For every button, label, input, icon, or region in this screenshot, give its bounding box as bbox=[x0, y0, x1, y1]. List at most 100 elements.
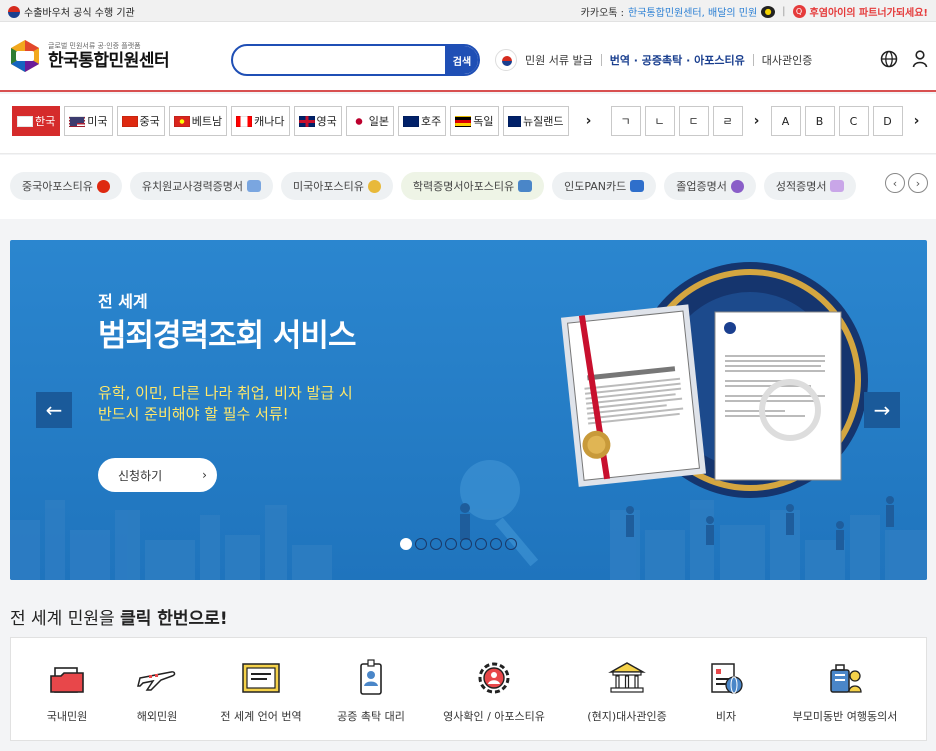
country-label: 뉴질랜드 bbox=[523, 115, 564, 128]
slide-dot[interactable] bbox=[490, 538, 502, 550]
countries-next-button[interactable]: › bbox=[579, 106, 599, 136]
globe-icon[interactable] bbox=[880, 50, 898, 68]
letters-more-button[interactable]: › bbox=[907, 106, 927, 136]
chip-diploma-apostille[interactable]: 학력증명서아포스티유 bbox=[400, 172, 545, 200]
chip-label: 인도PAN카드 bbox=[564, 180, 627, 193]
service-visa[interactable]: 비자 bbox=[699, 638, 753, 742]
chip-label: 졸업증명서 bbox=[676, 180, 727, 193]
service-notary-proxy[interactable]: 공증 촉탁 대리 bbox=[329, 638, 413, 742]
service-translation[interactable]: 전 세계 언어 번역 bbox=[211, 638, 311, 742]
divider bbox=[600, 54, 602, 66]
country-canada[interactable]: 캐나다 bbox=[231, 106, 290, 136]
service-embassy-certification[interactable]: (현지)대사관인증 bbox=[575, 638, 679, 742]
apply-button[interactable]: 신청하기 › bbox=[98, 458, 217, 492]
country-korea[interactable]: 한국 bbox=[12, 106, 61, 136]
chip-nav: ‹ › bbox=[885, 173, 928, 193]
country-china[interactable]: 중국 bbox=[116, 106, 165, 136]
divider bbox=[752, 54, 754, 66]
country-australia[interactable]: 호주 bbox=[398, 106, 447, 136]
nav-document-issue[interactable]: 민원 서류 발급 bbox=[525, 52, 593, 68]
chip-kindergarten-teacher-certificate[interactable]: 유치원교사경력증명서 bbox=[129, 172, 274, 200]
slide-dot[interactable] bbox=[475, 538, 487, 550]
country-label: 한국 bbox=[35, 115, 56, 128]
country-label: 미국 bbox=[87, 115, 108, 128]
partner-link[interactable]: 후염아이의 파트너가되세요! bbox=[810, 4, 928, 19]
chip-prev-button[interactable]: ‹ bbox=[885, 173, 905, 193]
country-list: 한국 미국 중국 베트남 캐나다 영국 일본 호주 독일 뉴질랜드 › ㄱ ㄴ … bbox=[12, 106, 927, 136]
kakao-label: 카카오톡 : bbox=[580, 8, 625, 19]
canada-flag-icon bbox=[236, 115, 253, 127]
nav-translation-notary-apostille[interactable]: 번역 · 공증촉탁 · 아포스티유 bbox=[610, 52, 745, 68]
slide-dot[interactable] bbox=[445, 538, 457, 550]
service-label: 비자 bbox=[715, 710, 737, 723]
logo-icon bbox=[11, 40, 39, 72]
country-japan[interactable]: 일본 bbox=[345, 106, 394, 136]
nav-embassy-certification[interactable]: 대사관인증 bbox=[762, 52, 813, 68]
country-label: 일본 bbox=[368, 115, 389, 128]
hero-prev-button[interactable]: ← bbox=[36, 392, 72, 428]
australia-flag-icon bbox=[403, 115, 419, 127]
hero-next-button[interactable]: → bbox=[864, 392, 900, 428]
chip-next-button[interactable]: › bbox=[908, 173, 928, 193]
slide-dot[interactable] bbox=[505, 538, 517, 550]
logo[interactable]: 글로벌 민원서류 공·인증 플랫폼 한국통합민원센터 bbox=[8, 39, 170, 73]
chip-china-apostille[interactable]: 중국아포스티유 bbox=[10, 172, 122, 200]
section-title: 전 세계 민원을 클릭 한번으로! bbox=[10, 604, 228, 629]
letter-filter[interactable]: B bbox=[804, 106, 835, 136]
top-bar: 수출바우처 공식 수행 기관 카카오톡 : 한국통합민원센터, 배달의 민원 ●… bbox=[0, 0, 936, 22]
letter-filter[interactable]: ㄴ bbox=[644, 106, 675, 136]
country-vietnam[interactable]: 베트남 bbox=[168, 106, 228, 136]
luggage-icon bbox=[830, 664, 862, 693]
section-title-plain: 전 세계 민원을 bbox=[10, 609, 121, 629]
country-uk[interactable]: 영국 bbox=[293, 106, 342, 136]
chip-india-pan-card[interactable]: 인도PAN카드 bbox=[552, 172, 657, 200]
letter-filter[interactable]: A bbox=[770, 106, 801, 136]
china-flag-icon bbox=[96, 179, 110, 193]
chip-label: 중국아포스티유 bbox=[22, 180, 93, 193]
chip-transcript[interactable]: 성적증명서 bbox=[763, 172, 857, 200]
chip-usa-apostille[interactable]: 미국아포스티유 bbox=[281, 172, 393, 200]
medal-icon bbox=[367, 179, 381, 193]
country-label: 독일 bbox=[473, 115, 494, 128]
letter-filter[interactable]: ㄷ bbox=[678, 106, 709, 136]
id-card-icon bbox=[247, 180, 262, 192]
divider: | bbox=[782, 6, 786, 17]
user-icon[interactable] bbox=[912, 50, 928, 68]
search-button[interactable]: 검색 bbox=[445, 46, 478, 74]
letter-filter[interactable]: ㄹ bbox=[712, 106, 743, 136]
letter-filter[interactable]: C bbox=[838, 106, 869, 136]
slide-dot[interactable] bbox=[415, 538, 427, 550]
slide-dot[interactable] bbox=[460, 538, 472, 550]
chip-graduation-certificate[interactable]: 졸업증명서 bbox=[664, 172, 756, 200]
letter-filter[interactable]: D bbox=[872, 106, 903, 136]
kakao-link[interactable]: 한국통합민원센터, 배달의 민원 bbox=[628, 4, 757, 19]
service-travel-consent[interactable]: 부모미동반 여행동의서 bbox=[775, 638, 915, 742]
letter-filter[interactable]: ㄱ bbox=[610, 106, 641, 136]
service-domestic[interactable]: 국내민원 bbox=[27, 638, 107, 742]
translation-icon bbox=[242, 663, 280, 693]
slide-dot[interactable] bbox=[400, 538, 412, 550]
country-new-zealand[interactable]: 뉴질랜드 bbox=[502, 106, 569, 136]
country-label: 호주 bbox=[421, 115, 442, 128]
header-icons bbox=[880, 50, 928, 68]
new-zealand-flag-icon bbox=[507, 115, 522, 127]
search-input[interactable] bbox=[245, 51, 445, 69]
chip-list: 중국아포스티유 유치원교사경력증명서 미국아포스티유 학력증명서아포스티유 인도… bbox=[10, 172, 857, 200]
country-selector: 한국 미국 중국 베트남 캐나다 영국 일본 호주 독일 뉴질랜드 › ㄱ ㄴ … bbox=[0, 94, 936, 154]
hero-description-line1: 유학, 이민, 다른 나라 취업, 비자 발급 시 bbox=[98, 384, 353, 402]
letters-next-button[interactable]: › bbox=[747, 106, 767, 136]
popular-service-chips: 중국아포스티유 유치원교사경력증명서 미국아포스티유 학력증명서아포스티유 인도… bbox=[0, 155, 936, 219]
service-overseas[interactable]: 해외민원 bbox=[117, 638, 197, 742]
country-label: 영국 bbox=[316, 115, 337, 128]
slide-dot[interactable] bbox=[430, 538, 442, 550]
country-germany[interactable]: 독일 bbox=[450, 106, 499, 136]
country-usa[interactable]: 미국 bbox=[64, 106, 113, 136]
service-label: 전 세계 언어 번역 bbox=[220, 710, 302, 723]
visa-icon bbox=[711, 663, 743, 694]
service-label: 국내민원 bbox=[46, 710, 88, 723]
hero-description-line2: 반드시 준비해야 할 필수 서류! bbox=[98, 405, 289, 423]
service-consular-apostille[interactable]: 영사확인 / 아포스티유 bbox=[431, 638, 557, 742]
service-list: 국내민원 해외민원 전 세계 언어 번역 공증 촉탁 대리 영사확인 / 아포스… bbox=[10, 637, 927, 741]
service-label: (현지)대사관인증 bbox=[587, 710, 667, 723]
kakao-talk-icon[interactable]: ● bbox=[761, 5, 776, 18]
